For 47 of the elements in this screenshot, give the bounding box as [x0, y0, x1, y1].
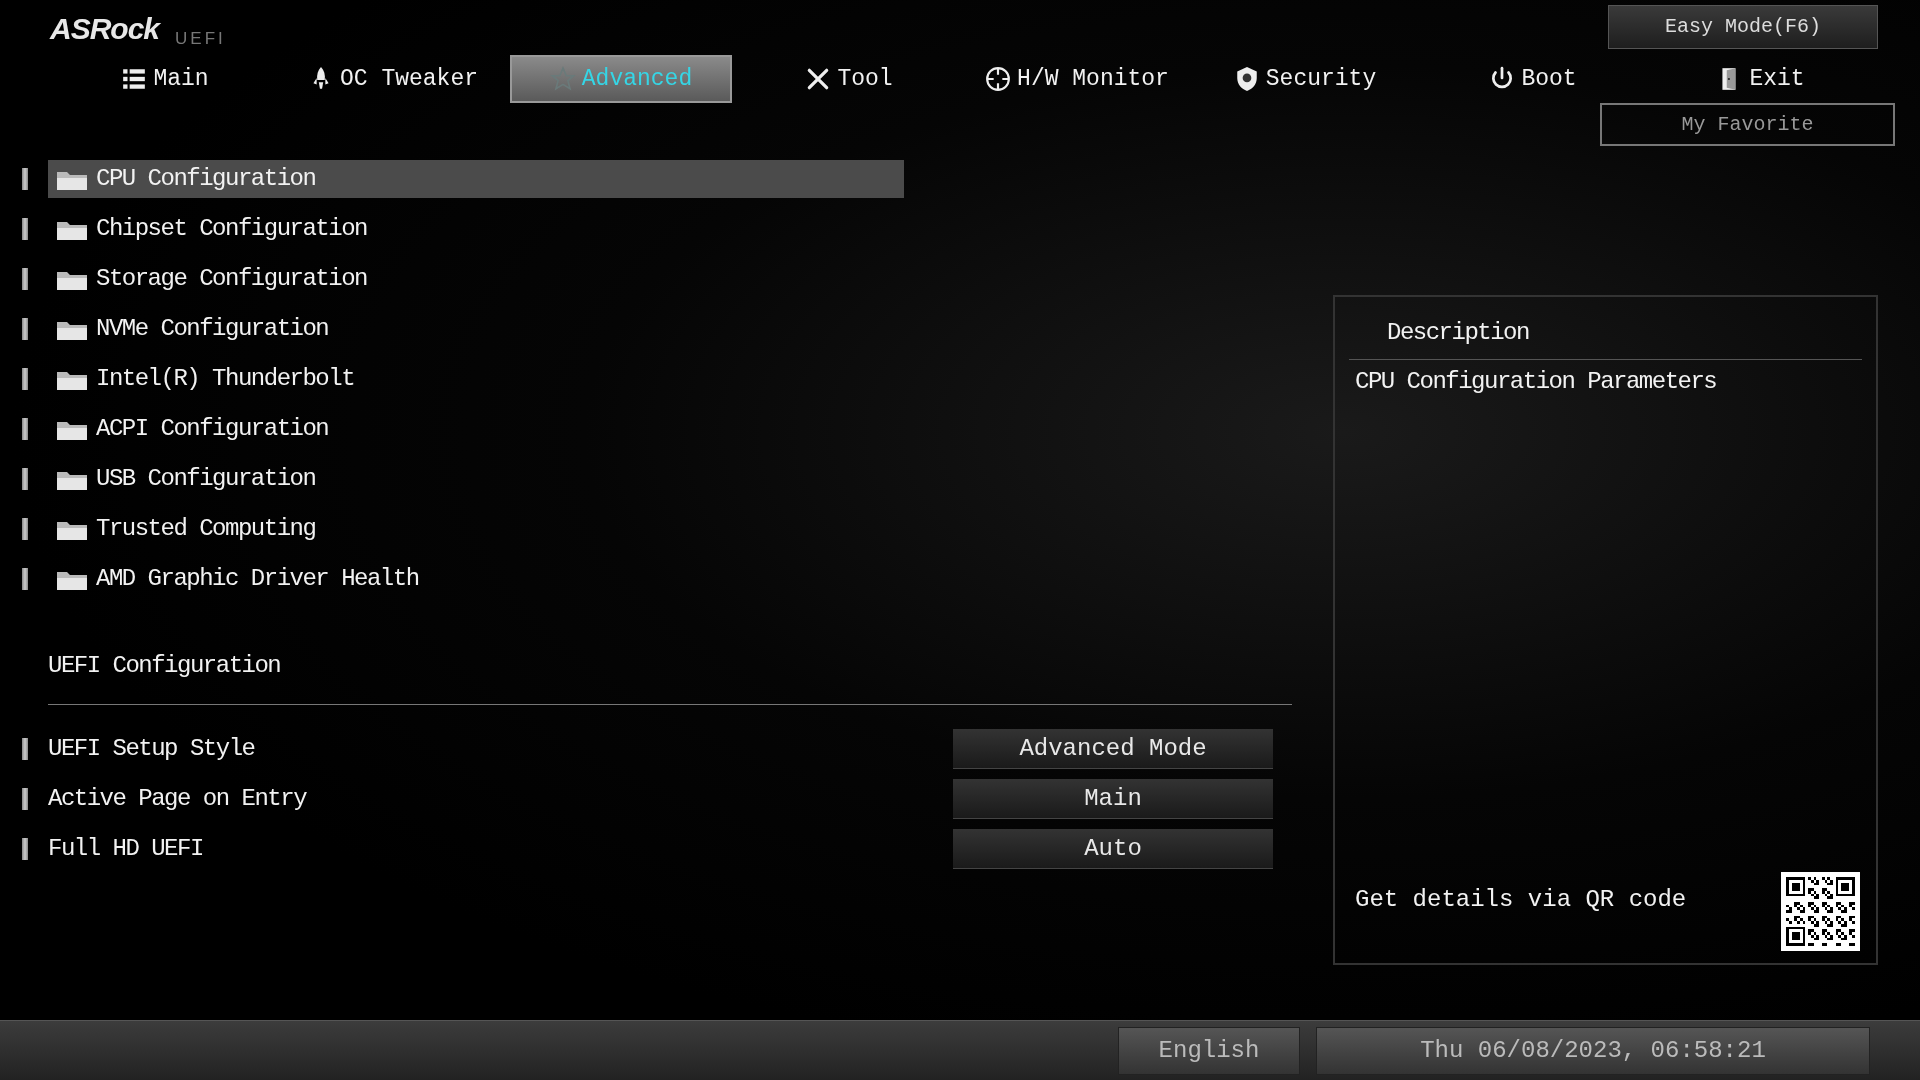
language-button[interactable]: English [1118, 1026, 1300, 1075]
menu-item[interactable]: USB Configuration [48, 460, 904, 498]
qr-hint-text: Get details via QR code [1355, 885, 1687, 915]
menu-item[interactable]: Chipset Configuration [48, 210, 904, 248]
logo-subtitle: UEFI [175, 27, 226, 50]
bullet-icon [22, 368, 28, 390]
bullet-icon [22, 568, 28, 590]
menu-item[interactable]: ACPI Configuration [48, 410, 904, 448]
setting-label: UEFI Setup Style [48, 734, 256, 764]
my-favorite-button[interactable]: My Favorite [1600, 103, 1895, 146]
bullet-icon [22, 788, 28, 810]
menu-item[interactable]: Intel(R) Thunderbolt [48, 360, 904, 398]
setting-value-button[interactable]: Auto [953, 829, 1273, 869]
setting-label: Full HD UEFI [48, 834, 204, 864]
nav-tab[interactable]: Exit [1650, 55, 1872, 103]
menu-item[interactable]: AMD Graphic Driver Health [48, 560, 904, 598]
menu-item[interactable]: Storage Configuration [48, 260, 904, 298]
bullet-icon [22, 268, 28, 290]
brand-logo: ASRock [50, 11, 160, 47]
menu-item[interactable]: CPU Configuration [48, 160, 904, 198]
setting-label: Active Page on Entry [48, 784, 308, 814]
nav-tab[interactable]: Tool [738, 55, 960, 103]
bullet-icon [22, 468, 28, 490]
bullet-icon [22, 218, 28, 240]
setting-value-button[interactable]: Advanced Mode [953, 729, 1273, 769]
bullet-icon [22, 838, 28, 860]
star-icon [549, 66, 576, 92]
crosshair-icon [985, 66, 1012, 92]
nav-tab[interactable]: H/W Monitor [966, 55, 1188, 103]
nav-tab[interactable]: Main [54, 55, 276, 103]
nav-tab[interactable]: OC Tweaker [282, 55, 504, 103]
nav-tab[interactable]: Boot [1422, 55, 1644, 103]
date-time-display: Thu 06/08/2023, 06:58:21 [1316, 1026, 1870, 1075]
menu-item[interactable]: NVMe Configuration [48, 310, 904, 348]
panel-title: Description [1386, 318, 1530, 348]
bullet-icon [22, 318, 28, 340]
bullet-icon [22, 168, 28, 190]
list-icon [121, 66, 148, 92]
bullet-icon [22, 738, 28, 760]
menu-item[interactable]: Trusted Computing [48, 510, 904, 548]
nav-tab[interactable]: Security [1194, 55, 1416, 103]
easy-mode-button[interactable]: Easy Mode(F6) [1608, 5, 1878, 49]
description-text: CPU Configuration Parameters [1354, 367, 1718, 397]
bullet-icon [22, 518, 28, 540]
setting-value-button[interactable]: Main [953, 779, 1273, 819]
section-title: UEFI Configuration [48, 651, 282, 681]
bullet-icon [22, 418, 28, 440]
